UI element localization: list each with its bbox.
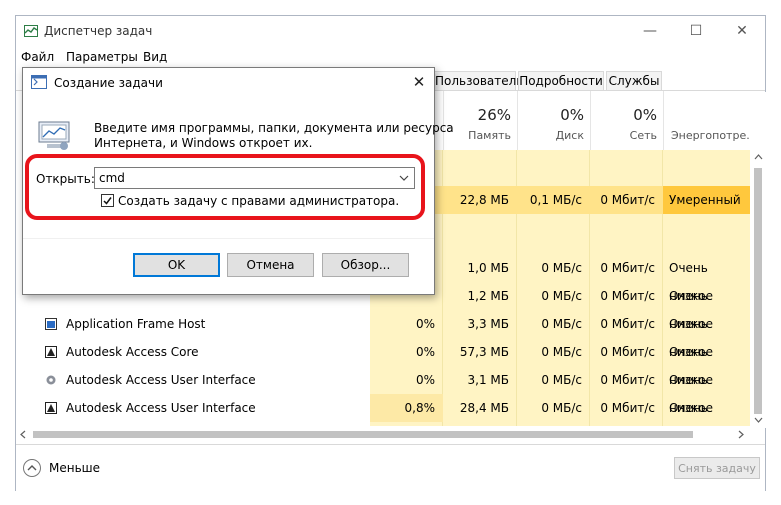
cell-disk: 0 МБ/с: [541, 317, 582, 331]
window-title: Диспетчер задач: [44, 24, 153, 38]
task-manager-icon: [24, 25, 38, 37]
dialog-divider: [23, 238, 434, 239]
cell-network: 0 Мбит/с: [600, 317, 655, 331]
cell-cpu: 0%: [415, 317, 435, 331]
cell-network: 0 Мбит/с: [600, 401, 655, 415]
fewer-details-label: Меньше: [49, 461, 101, 475]
tab-users[interactable]: Пользователи: [434, 71, 524, 91]
scroll-left-icon[interactable]: [20, 430, 26, 439]
chevron-up-icon: [23, 459, 41, 477]
cell-energy: Очень низкое: [669, 317, 713, 359]
scroll-right-icon[interactable]: [738, 430, 744, 439]
cell-network: 0 Мбит/с: [600, 261, 655, 275]
cell-network: 0 Мбит/с: [600, 345, 655, 359]
cell-cpu: 0,8%: [370, 394, 443, 422]
minimize-button[interactable]: —: [627, 16, 673, 46]
dialog-close-button[interactable]: ✕: [406, 70, 432, 94]
dialog-title: Создание задачи: [54, 76, 163, 90]
cell-cpu: 0%: [415, 373, 435, 387]
cell-disk: 0 МБ/с: [541, 289, 582, 303]
scroll-down-icon[interactable]: [754, 417, 763, 423]
menu-file[interactable]: Файл: [21, 50, 54, 64]
cell-energy: Очень низкое: [669, 401, 713, 443]
cell-network: 0 Мбит/с: [590, 186, 663, 214]
footer-bar: Меньше Снять задачу: [16, 444, 765, 491]
create-task-dialog: Создание задачи ✕ Введите имя программы,…: [22, 67, 454, 295]
browse-button[interactable]: Обзор...: [322, 253, 409, 277]
horizontal-scroll-thumb[interactable]: [33, 431, 693, 438]
vertical-scrollbar[interactable]: [750, 92, 766, 428]
disk-label: Диск: [555, 129, 584, 142]
ok-button[interactable]: OK: [133, 253, 220, 277]
cell-energy: Очень низкое: [669, 289, 713, 331]
cell-energy: Очень низкое: [669, 373, 713, 415]
table-row[interactable]: Autodesk Access Core 0% 57,3 МБ 0 МБ/с 0…: [16, 338, 750, 387]
cell-disk: 0 МБ/с: [541, 261, 582, 275]
table-row[interactable]: Application Frame Host 0% 3,3 МБ 0 МБ/с …: [16, 310, 750, 359]
menu-options[interactable]: Параметры: [66, 50, 138, 64]
cancel-button[interactable]: Отмена: [227, 253, 314, 277]
cell-disk: 0 МБ/с: [541, 373, 582, 387]
process-name: Application Frame Host: [66, 317, 206, 331]
close-button[interactable]: ✕: [719, 16, 765, 46]
cell-disk: 0,1 МБ/с: [517, 186, 590, 214]
energy-label: Энергопотре...: [671, 129, 757, 142]
table-row[interactable]: Autodesk Access User Interface 0% 3,1 МБ…: [16, 366, 750, 415]
horizontal-scrollbar[interactable]: [16, 426, 750, 442]
cell-memory: 1,0 МБ: [467, 261, 509, 275]
menu-view[interactable]: Вид: [143, 50, 167, 64]
autodesk-icon: [45, 402, 57, 414]
memory-percent: 26%: [477, 106, 511, 124]
title-bar: Диспетчер задач — ☐ ✕: [16, 16, 765, 46]
cell-energy: Очень низкое: [669, 345, 713, 387]
disk-percent: 0%: [560, 106, 584, 124]
application-frame-icon: [45, 318, 57, 330]
network-percent: 0%: [633, 106, 657, 124]
cell-memory: 22,8 МБ: [443, 186, 517, 214]
cell-cpu: 0%: [415, 345, 435, 359]
cell-memory: 3,1 МБ: [467, 373, 509, 387]
scroll-up-icon[interactable]: [754, 154, 763, 160]
network-label: Сеть: [629, 129, 657, 142]
process-name: Autodesk Access User Interface: [66, 373, 256, 387]
cell-memory: 1,2 МБ: [467, 289, 509, 303]
dialog-description-line2: Интернета, и Windows откроет их.: [94, 136, 313, 150]
end-task-button[interactable]: Снять задачу: [674, 457, 760, 479]
cell-network: 0 Мбит/с: [600, 289, 655, 303]
tab-services[interactable]: Службы: [606, 71, 662, 91]
memory-label: Память: [468, 129, 511, 142]
highlight-frame: [25, 154, 425, 220]
process-name: Autodesk Access User Interface: [66, 401, 256, 415]
cell-memory: 57,3 МБ: [459, 345, 509, 359]
gear-icon: [46, 375, 56, 385]
cell-disk: 0 МБ/с: [541, 345, 582, 359]
menu-bar: Файл Параметры Вид: [16, 46, 765, 68]
maximize-button[interactable]: ☐: [673, 16, 719, 46]
cell-memory: 28,4 МБ: [459, 401, 509, 415]
program-icon: [38, 121, 70, 150]
run-icon: [31, 75, 47, 89]
cell-memory: 3,3 МБ: [467, 317, 509, 331]
cell-energy: Очень низкое: [669, 261, 713, 303]
vertical-scroll-thumb[interactable]: [754, 168, 762, 414]
cell-network: 0 Мбит/с: [600, 373, 655, 387]
table-row[interactable]: Autodesk Access User Interface 0,8% 28,4…: [16, 394, 750, 443]
tab-details[interactable]: Подробности: [518, 71, 604, 91]
cell-disk: 0 МБ/с: [541, 401, 582, 415]
process-name: Autodesk Access Core: [66, 345, 199, 359]
dialog-description-line1: Введите имя программы, папки, документа …: [94, 121, 454, 135]
cell-energy: Умеренный: [663, 186, 750, 214]
autodesk-icon: [45, 346, 57, 358]
